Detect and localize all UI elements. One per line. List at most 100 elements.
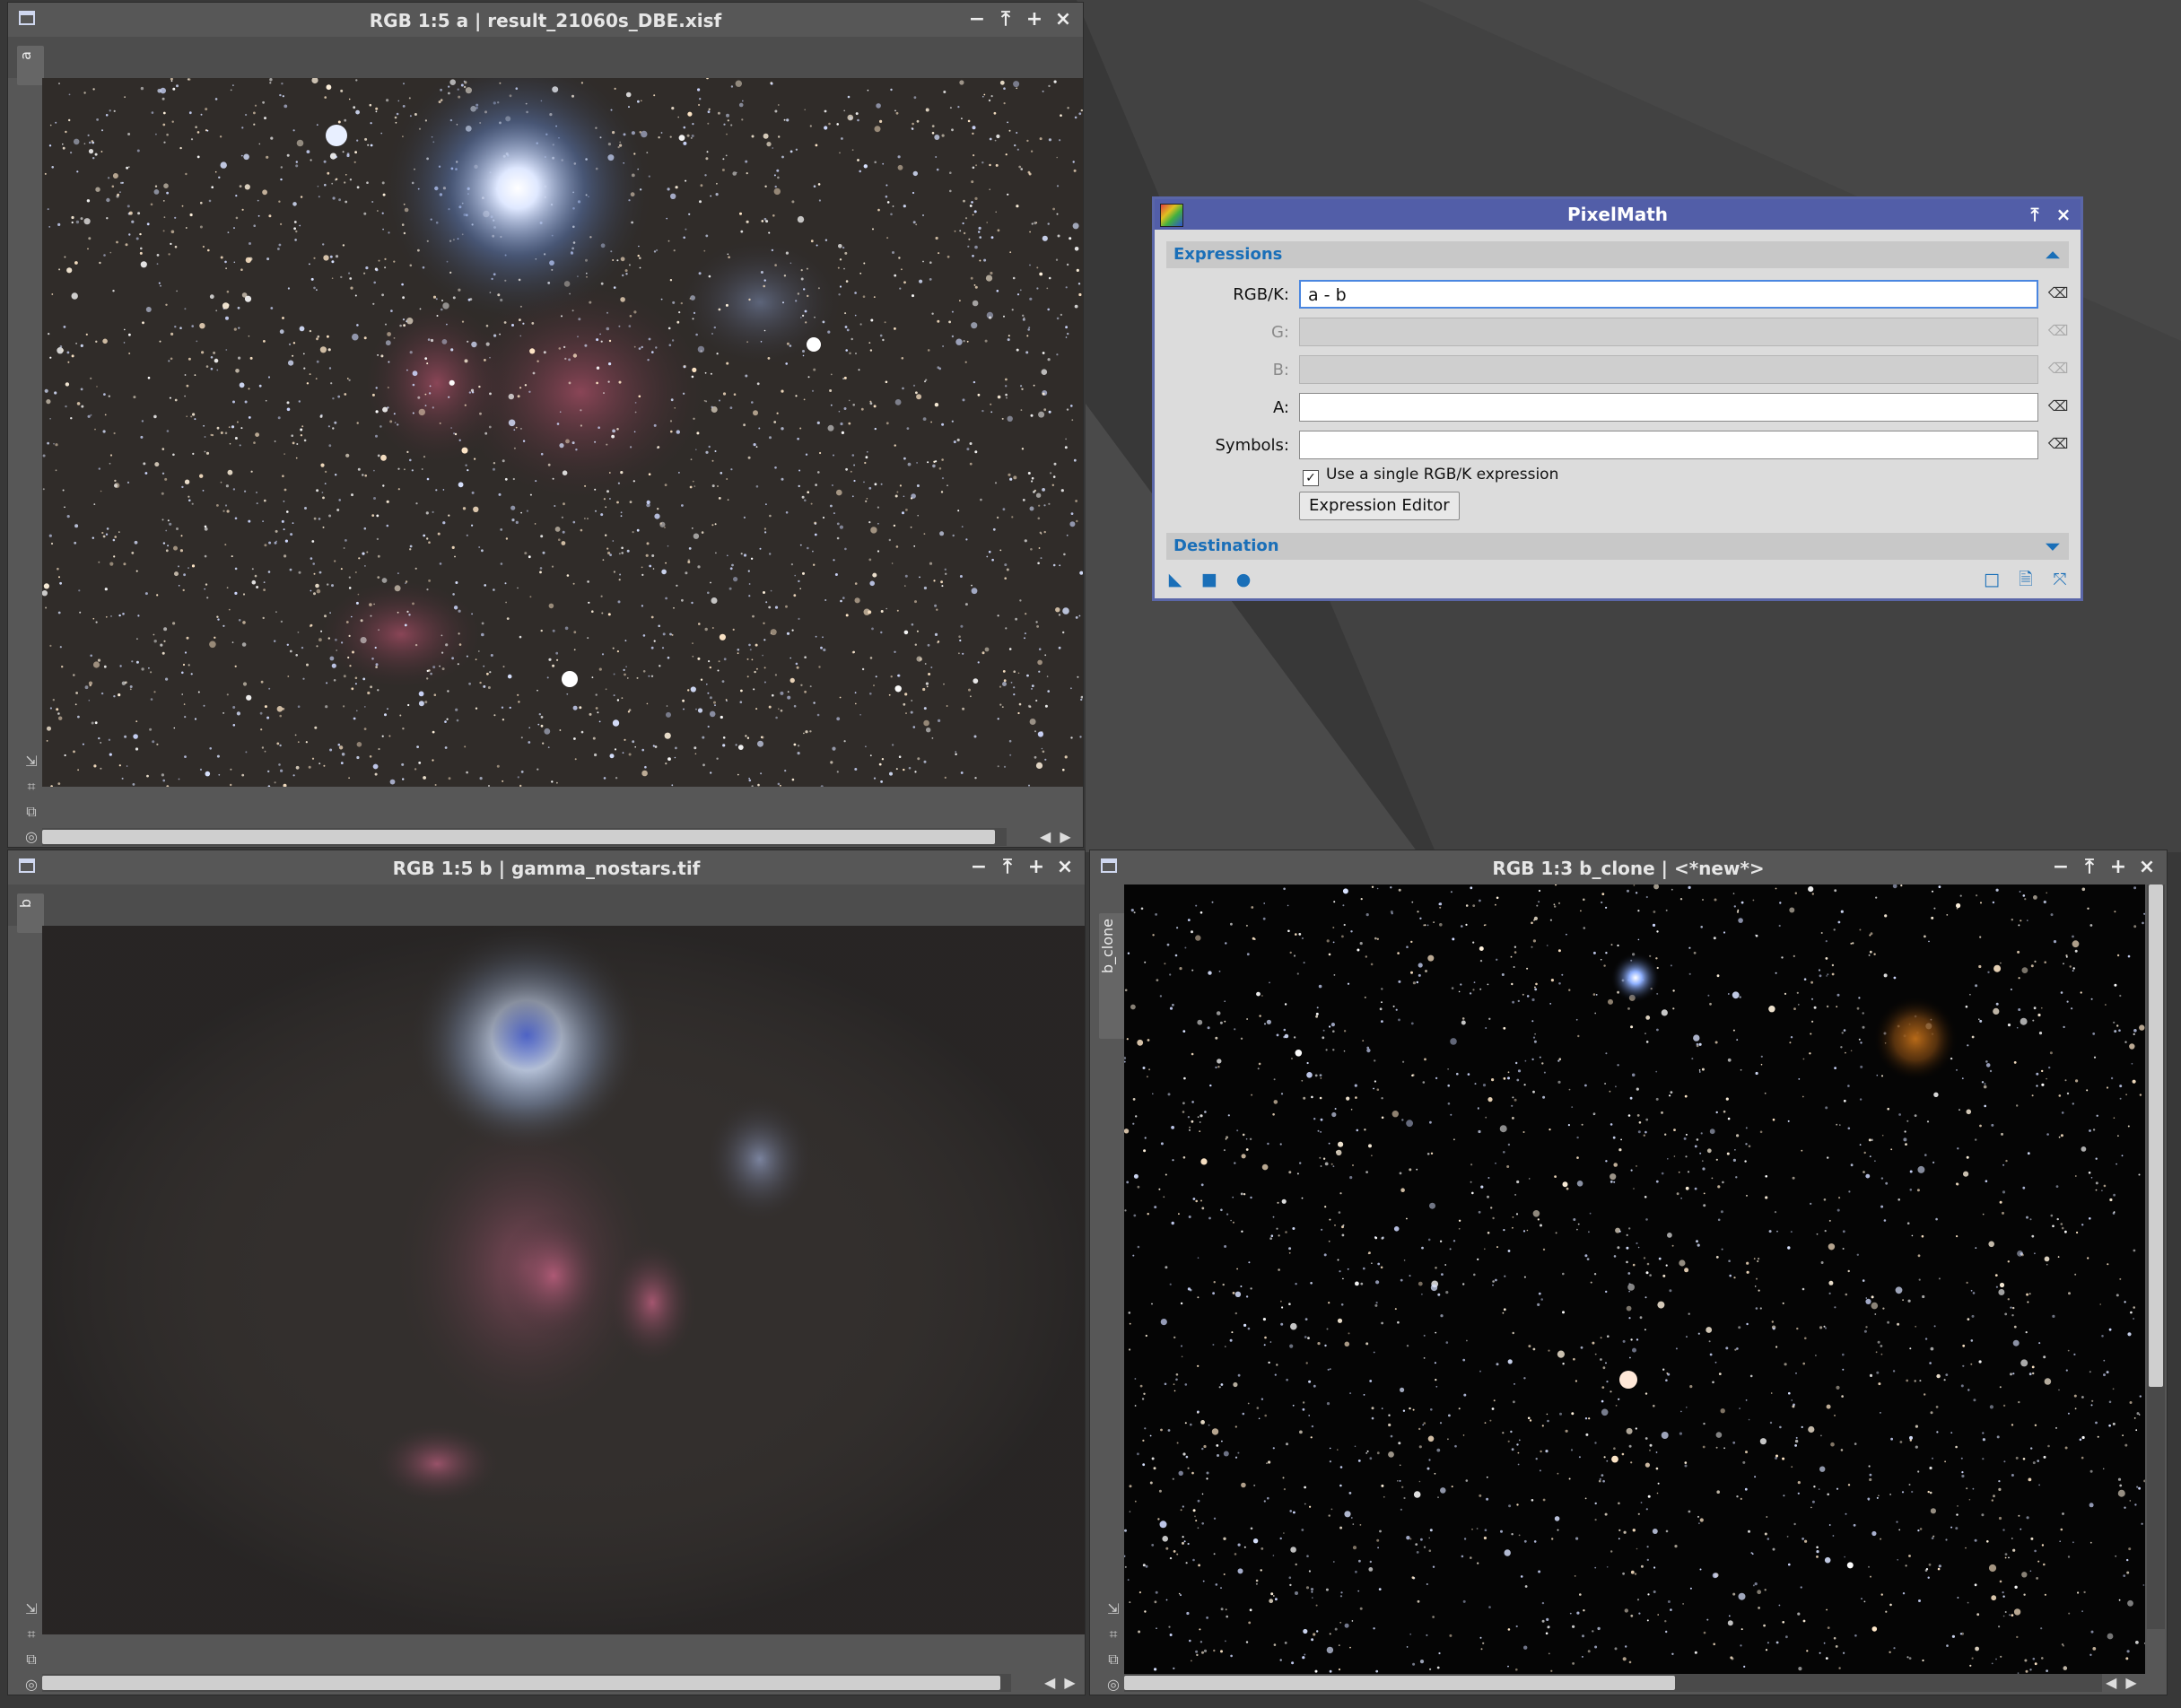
g-expression-field[interactable] <box>1299 318 2038 346</box>
dialog-title: PixelMath <box>1566 204 1669 225</box>
scroll-arrows[interactable]: ◀ ▶ <box>2106 1674 2137 1692</box>
maximize-icon[interactable]: + <box>1022 854 1051 881</box>
close-icon[interactable]: × <box>1051 854 1079 881</box>
view-id-label: a <box>17 51 34 60</box>
preview-icon[interactable]: □ <box>1982 570 2002 589</box>
b-row: B: ⌫ <box>1155 353 2079 386</box>
destination-section-header[interactable]: Destination ⏷ <box>1166 533 2069 560</box>
image-canvas[interactable] <box>1124 884 2145 1674</box>
scroll-left-icon[interactable]: ◀ <box>2106 1674 2116 1692</box>
shade-icon[interactable]: ⤒ <box>2075 854 2104 881</box>
shade-icon[interactable]: ⤒ <box>991 6 1020 33</box>
scrollbar-thumb[interactable] <box>2149 884 2163 1387</box>
clone-icon[interactable]: ⧉ <box>1104 1651 1122 1669</box>
section-label: Expressions <box>1173 245 1283 264</box>
scroll-arrows[interactable]: ◀ ▶ <box>1044 1674 1076 1692</box>
image-canvas[interactable] <box>42 926 1085 1634</box>
window-title: RGB 1:5 b | gamma_nostars.tif <box>392 858 701 879</box>
documentation-icon[interactable]: 🗎 <box>2016 570 2036 589</box>
fit-view-icon[interactable]: ⇲ <box>1104 1600 1122 1618</box>
a-row: A: ⌫ <box>1155 391 2079 423</box>
image-window-b[interactable]: RGB 1:5 b | gamma_nostars.tif − ⤒ + × b … <box>7 850 1086 1695</box>
clear-a-icon[interactable]: ⌫ <box>2047 398 2069 414</box>
minimize-icon[interactable]: − <box>2046 854 2075 881</box>
scroll-arrows[interactable]: ◀ ▶ <box>1040 828 1071 846</box>
zoom-icon[interactable]: ⌗ <box>22 1625 40 1643</box>
minimize-icon[interactable]: − <box>964 854 993 881</box>
maximize-icon[interactable]: + <box>1020 6 1049 33</box>
target-icon[interactable]: ◎ <box>22 1676 40 1694</box>
clone-icon[interactable]: ⧉ <box>22 803 40 821</box>
close-icon[interactable]: × <box>1049 6 1077 33</box>
minimize-icon[interactable]: − <box>963 6 991 33</box>
title-bar[interactable]: RGB 1:3 b_clone | <*new*> − ⤒ + × <box>1090 850 2167 884</box>
maximize-icon[interactable]: + <box>2104 854 2133 881</box>
use-single-expression-checkbox[interactable]: ✓ Use a single RGB/K expression <box>1303 466 1558 486</box>
b-expression-field[interactable] <box>1299 355 2038 384</box>
close-icon[interactable]: × <box>2052 201 2075 228</box>
g-row: G: ⌫ <box>1155 316 2079 348</box>
horizontal-scrollbar[interactable] <box>1124 1674 2102 1692</box>
collapse-icon[interactable]: ⏶ <box>2046 244 2060 266</box>
dialog-title-bar[interactable]: PixelMath ⤒ × <box>1155 199 2081 230</box>
clear-b-icon[interactable]: ⌫ <box>2047 361 2069 377</box>
title-bar[interactable]: RGB 1:5 a | result_21060s_DBE.xisf − ⤒ +… <box>8 3 1083 37</box>
b-label: B: <box>1272 361 1289 379</box>
fit-view-icon[interactable]: ⇲ <box>22 753 40 771</box>
scroll-right-icon[interactable]: ▶ <box>1064 1674 1075 1692</box>
apply-global-icon[interactable]: ■ <box>1200 570 1219 589</box>
clear-symbols-icon[interactable]: ⌫ <box>2047 436 2069 452</box>
image-window-b-clone[interactable]: RGB 1:3 b_clone | <*new*> − ⤒ + × b_clon… <box>1089 850 2168 1695</box>
image-window-a[interactable]: RGB 1:5 a | result_21060s_DBE.xisf − ⤒ +… <box>7 2 1084 848</box>
target-icon[interactable]: ◎ <box>22 828 40 846</box>
horizontal-scrollbar[interactable] <box>42 1674 1011 1692</box>
reset-icon[interactable]: ⤧ <box>2050 570 2070 589</box>
fit-view-icon[interactable]: ⇲ <box>22 1600 40 1618</box>
scroll-right-icon[interactable]: ▶ <box>2125 1674 2136 1692</box>
scroll-left-icon[interactable]: ◀ <box>1040 828 1051 846</box>
window-title: RGB 1:5 a | result_21060s_DBE.xisf <box>369 10 722 31</box>
new-instance-icon[interactable]: ◣ <box>1165 570 1185 589</box>
shade-icon[interactable]: ⤒ <box>2023 201 2046 228</box>
view-toolbar-strip <box>8 884 1085 926</box>
scrollbar-thumb[interactable] <box>1124 1676 1675 1690</box>
clone-icon[interactable]: ⧉ <box>22 1651 40 1669</box>
stars-only-image <box>1124 884 2145 1674</box>
view-toolbar-strip <box>8 37 1083 78</box>
apply-icon[interactable]: ● <box>1234 570 1253 589</box>
a-expression-field[interactable] <box>1299 393 2038 422</box>
view-id-label: b <box>17 899 34 909</box>
rgbk-expression-field[interactable]: a - b <box>1299 280 2038 309</box>
g-label: G: <box>1270 323 1289 342</box>
scrollbar-thumb[interactable] <box>42 830 995 844</box>
shade-icon[interactable]: ⤒ <box>993 854 1022 881</box>
window-title: RGB 1:3 b_clone | <*new*> <box>1492 858 1765 879</box>
rgbk-row: RGB/K: a - b ⌫ <box>1155 278 2079 310</box>
image-canvas[interactable] <box>42 78 1083 787</box>
a-label: A: <box>1272 398 1289 417</box>
vertical-scrollbar[interactable] <box>2147 884 2165 1629</box>
expand-icon[interactable]: ⏷ <box>2046 536 2060 557</box>
pixelmath-dialog[interactable]: PixelMath ⤒ × Expressions ⏶ RGB/K: a - b… <box>1152 196 2083 601</box>
rgbk-label: RGB/K: <box>1233 285 1289 304</box>
clear-rgbk-icon[interactable]: ⌫ <box>2047 285 2069 301</box>
symbols-field[interactable] <box>1299 431 2038 459</box>
zoom-icon[interactable]: ⌗ <box>22 778 40 796</box>
symbols-label: Symbols: <box>1215 436 1290 455</box>
checkbox-box[interactable]: ✓ <box>1303 470 1319 486</box>
horizontal-scrollbar[interactable] <box>42 828 1007 846</box>
scroll-right-icon[interactable]: ▶ <box>1060 828 1070 846</box>
expression-editor-button[interactable]: Expression Editor <box>1299 492 1460 520</box>
expressions-section-header[interactable]: Expressions ⏶ <box>1166 241 2069 268</box>
section-label: Destination <box>1173 536 1279 555</box>
close-icon[interactable]: × <box>2133 854 2161 881</box>
zoom-icon[interactable]: ⌗ <box>1104 1625 1122 1643</box>
title-bar[interactable]: RGB 1:5 b | gamma_nostars.tif − ⤒ + × <box>8 850 1085 884</box>
starfield-image <box>42 78 1083 787</box>
target-icon[interactable]: ◎ <box>1104 1676 1122 1694</box>
dialog-control-bar: ◣ ■ ● □ 🗎 ⤧ <box>1155 562 2081 598</box>
scrollbar-thumb[interactable] <box>42 1676 1000 1690</box>
clear-g-icon[interactable]: ⌫ <box>2047 323 2069 339</box>
starless-image <box>42 926 1085 1634</box>
scroll-left-icon[interactable]: ◀ <box>1044 1674 1055 1692</box>
